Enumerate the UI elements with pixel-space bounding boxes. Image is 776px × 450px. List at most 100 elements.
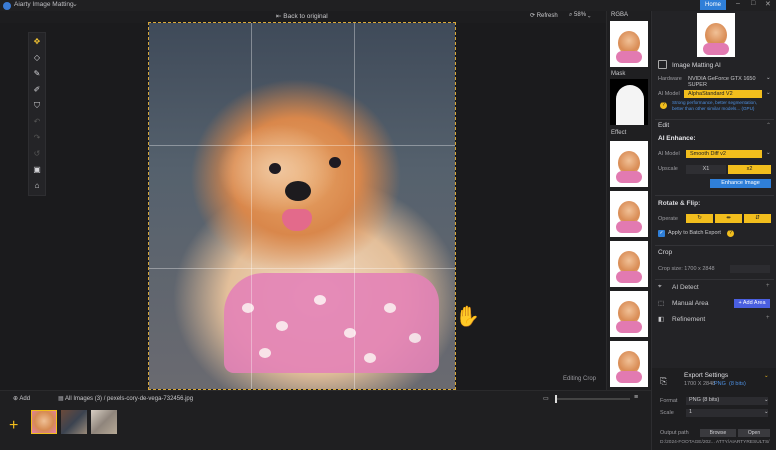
close-icon[interactable]: ✕: [765, 0, 771, 8]
add-image-plus-icon[interactable]: +: [9, 417, 18, 435]
crop-reset-button[interactable]: [730, 265, 770, 273]
thumb-size-slider[interactable]: [555, 395, 630, 403]
upscale-x1-button[interactable]: X1: [686, 165, 726, 174]
minimize-icon[interactable]: –: [736, 0, 740, 7]
chevron-down-icon[interactable]: ⌄: [766, 90, 771, 96]
expand-icon[interactable]: +: [766, 283, 770, 289]
list-view-icon[interactable]: ≡: [634, 394, 638, 401]
crop-grid-line: [149, 268, 455, 269]
preview-column: RGBA Mask Effect: [606, 11, 650, 390]
divider: [655, 195, 774, 196]
eraser-tool-icon[interactable]: ◇: [30, 51, 44, 65]
effect-thumbnail[interactable]: [610, 291, 648, 337]
refinement-label[interactable]: Refinement: [672, 316, 705, 323]
enhance-model-select[interactable]: Smooth Diff v2: [686, 150, 762, 158]
enhance-model-label: AI Model: [658, 151, 680, 157]
reset-icon[interactable]: ↺: [30, 147, 44, 161]
add-button[interactable]: ⊕ Add: [13, 395, 30, 402]
rgba-thumbnail[interactable]: [610, 21, 648, 67]
image-thumbnail[interactable]: [61, 410, 87, 434]
chevron-down-icon[interactable]: ⌄: [766, 75, 771, 81]
bucket-tool-icon[interactable]: ⛉: [30, 99, 44, 113]
brush-tool-icon[interactable]: ✎: [30, 67, 44, 81]
crop-grid-line: [354, 23, 355, 389]
scale-label: Scale: [660, 410, 674, 416]
ai-model-label: AI Model: [658, 91, 680, 97]
breadcrumb: ▦ All Images (3) / pexels-cory-de-vega-7…: [58, 396, 194, 402]
undo-icon[interactable]: ↶: [30, 115, 44, 129]
add-area-button[interactable]: + Add Area: [734, 299, 770, 308]
chevron-down-icon[interactable]: ⌄: [764, 409, 769, 415]
breadcrumb-separator: /: [103, 396, 106, 402]
export-format-tag: PNG: [714, 381, 726, 387]
image-thumbnail-selected[interactable]: [31, 410, 57, 434]
operate-label: Operate: [658, 216, 678, 222]
batch-export-label: Apply to Batch Export: [668, 230, 721, 236]
refinement-icon: ◧: [658, 316, 665, 323]
tool-palette: ✥ ◇ ✎ ✐ ⛉ ↶ ↷ ↺ ▣ ⌂: [28, 32, 46, 196]
open-button[interactable]: Open: [738, 429, 770, 437]
image-list-bar: ⊕ Add ▦ All Images (3) / pexels-cory-de-…: [0, 390, 651, 450]
move-tool-icon[interactable]: ✥: [30, 35, 44, 49]
all-images-link[interactable]: All Images (3): [65, 396, 102, 402]
compare-icon[interactable]: ▣: [30, 163, 44, 177]
format-label: Format: [660, 398, 678, 404]
browse-button[interactable]: Browse: [700, 429, 736, 437]
expand-icon[interactable]: +: [766, 315, 770, 321]
collapse-icon[interactable]: ⌃: [766, 122, 771, 129]
title-bar: Aiarty Image Matting ⌄ Home – □ ✕: [0, 0, 776, 11]
ai-model-select[interactable]: AlphaStandard V2: [684, 90, 762, 98]
dog-eye-right: [329, 157, 341, 168]
scale-select[interactable]: 1: [686, 409, 768, 417]
flip-vertical-button[interactable]: ⇵: [744, 214, 771, 223]
back-label: Back to original: [283, 13, 328, 20]
back-to-original-button[interactable]: ⇤ Back to original: [276, 12, 328, 20]
zoom-value: 58%: [574, 12, 587, 18]
redo-icon[interactable]: ↷: [30, 131, 44, 145]
flip-horizontal-button[interactable]: ⇹: [715, 214, 742, 223]
mask-thumbnail[interactable]: [610, 79, 648, 125]
image-thumbnail[interactable]: [91, 410, 117, 434]
effect-thumbnail[interactable]: [610, 191, 648, 237]
edit-title: Edit: [658, 122, 670, 129]
hardware-label: Hardware: [658, 76, 682, 82]
format-select[interactable]: PNG (8 bits): [686, 397, 768, 405]
mode-label: Editing Crop: [563, 376, 597, 382]
refresh-button[interactable]: ⟳ Refresh: [530, 12, 558, 19]
chevron-down-icon[interactable]: ⌄: [766, 150, 771, 156]
export-title: Export Settings: [684, 372, 729, 379]
help-icon[interactable]: ?: [727, 230, 734, 237]
pink-harness: [224, 273, 439, 373]
hardware-select[interactable]: NVIDIA GeForce GTX 1650 SUPER: [688, 76, 776, 88]
manual-area-label: Manual Area: [672, 300, 709, 307]
result-preview: [697, 13, 735, 57]
effect-thumbnail[interactable]: [610, 141, 648, 187]
crop-size-text: Crop size: 1700 x 2848: [658, 266, 715, 272]
current-filename: pexels-cory-de-vega-732456.jpg: [107, 396, 194, 402]
maximize-icon[interactable]: □: [751, 0, 755, 7]
enhance-image-button[interactable]: Enhance Image: [710, 179, 771, 188]
chevron-down-icon[interactable]: ⌄: [764, 397, 769, 403]
effect-thumbnail[interactable]: [610, 341, 648, 387]
export-icon: ⎘: [660, 376, 668, 386]
effect-thumbnail[interactable]: [610, 241, 648, 287]
app-menu-chevron-icon[interactable]: ⌄: [72, 0, 78, 8]
paint-tool-icon[interactable]: ✐: [30, 83, 44, 97]
home-button[interactable]: Home: [700, 0, 726, 10]
crop-tool-icon[interactable]: ⌂: [30, 179, 44, 193]
app-name: Aiarty Image Matting: [14, 1, 74, 8]
mask-label: Mask: [611, 71, 626, 77]
ai-detect-icon: ⌖: [658, 283, 662, 290]
upscale-x2-button[interactable]: x2: [728, 165, 771, 174]
image-canvas[interactable]: [148, 22, 456, 390]
info-icon: ?: [660, 102, 667, 109]
rotate-button[interactable]: ↻: [686, 214, 713, 223]
ai-detect-label[interactable]: AI Detect: [672, 284, 699, 291]
batch-export-checkbox[interactable]: ✓: [658, 230, 665, 237]
crop-title: Crop: [658, 249, 673, 256]
matting-title: Image Matting AI: [672, 62, 721, 69]
export-expand-icon[interactable]: ⌄: [764, 373, 769, 379]
dog-nose: [285, 181, 311, 201]
crop-grid-line: [149, 145, 455, 146]
zoom-control[interactable]: ⌕ 58% ⌄: [569, 12, 591, 19]
